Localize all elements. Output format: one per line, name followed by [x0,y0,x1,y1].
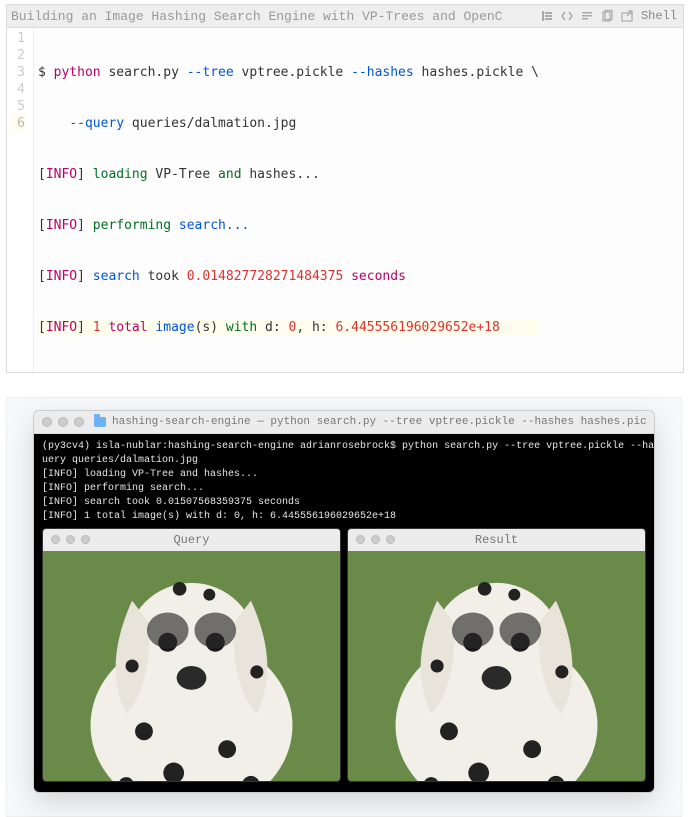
terminal-line: (py3cv4) isla-nublar:hashing-search-engi… [42,440,646,454]
query-image [43,551,340,781]
close-dot-icon [51,535,60,544]
terminal-title: hashing-search-engine — python search.py… [112,416,646,428]
result-pane-titlebar: Result [348,529,645,551]
terminal-line: [INFO] 1 total image(s) with d: 0, h: 6.… [42,510,646,524]
query-pane-title: Query [173,533,209,547]
zoom-dot-icon[interactable] [74,417,84,427]
minimize-dot-icon[interactable] [58,417,68,427]
code-line: [INFO] 1 total image(s) with d: 0, h: 6.… [38,319,539,336]
code-language-label: Shell [641,9,677,23]
image-panes: Query [42,528,646,782]
code-line: [INFO] performing search... [38,217,539,234]
open-new-window-icon[interactable] [619,8,635,24]
terminal-line: [INFO] loading VP-Tree and hashes... [42,468,646,482]
terminal-screenshot: hashing-search-engine — python search.py… [6,397,682,817]
terminal-line: [INFO] performing search... [42,482,646,496]
close-dot-icon[interactable] [42,417,52,427]
line-number: 6 [11,115,25,132]
line-number: 1 [11,30,25,47]
query-pane-titlebar: Query [43,529,340,551]
folder-icon [94,417,106,427]
terminal-window: hashing-search-engine — python search.py… [33,410,655,793]
terminal-line: uery queries/dalmation.jpg [42,454,646,468]
zoom-dot-icon [386,535,395,544]
minimize-dot-icon [371,535,380,544]
query-pane: Query [42,528,341,782]
code-line: --query queries/dalmation.jpg [38,115,539,132]
code-block: Building an Image Hashing Search Engine … [6,4,684,373]
close-dot-icon [356,535,365,544]
toggle-line-numbers-icon[interactable] [539,8,555,24]
code-lines[interactable]: $ python search.py --tree vptree.pickle … [34,28,543,372]
terminal-line: [INFO] search took 0.01507568359375 seco… [42,496,646,510]
code-line: $ python search.py --tree vptree.pickle … [38,64,539,81]
line-number: 2 [11,47,25,64]
wrap-lines-icon[interactable] [579,8,595,24]
code-view-icon[interactable] [559,8,575,24]
terminal-titlebar: hashing-search-engine — python search.py… [34,411,654,434]
terminal-body: (py3cv4) isla-nublar:hashing-search-engi… [34,434,654,792]
result-pane-title: Result [475,533,518,547]
result-image [348,551,645,781]
code-block-toolbar: Shell [533,8,683,24]
copy-code-icon[interactable] [599,8,615,24]
line-number: 5 [11,98,25,115]
code-block-header: Building an Image Hashing Search Engine … [7,5,683,28]
result-pane: Result [347,528,646,782]
line-number: 4 [11,81,25,98]
code-line: [INFO] loading VP-Tree and hashes... [38,166,539,183]
zoom-dot-icon [81,535,90,544]
code-line: [INFO] search took 0.014827728271484375 … [38,268,539,285]
code-gutter: 1 2 3 4 5 6 [7,28,34,372]
code-body: 1 2 3 4 5 6 $ python search.py --tree vp… [7,28,683,372]
minimize-dot-icon [66,535,75,544]
line-number: 3 [11,64,25,81]
traffic-lights [42,417,84,427]
code-block-title: Building an Image Hashing Search Engine … [7,9,533,24]
